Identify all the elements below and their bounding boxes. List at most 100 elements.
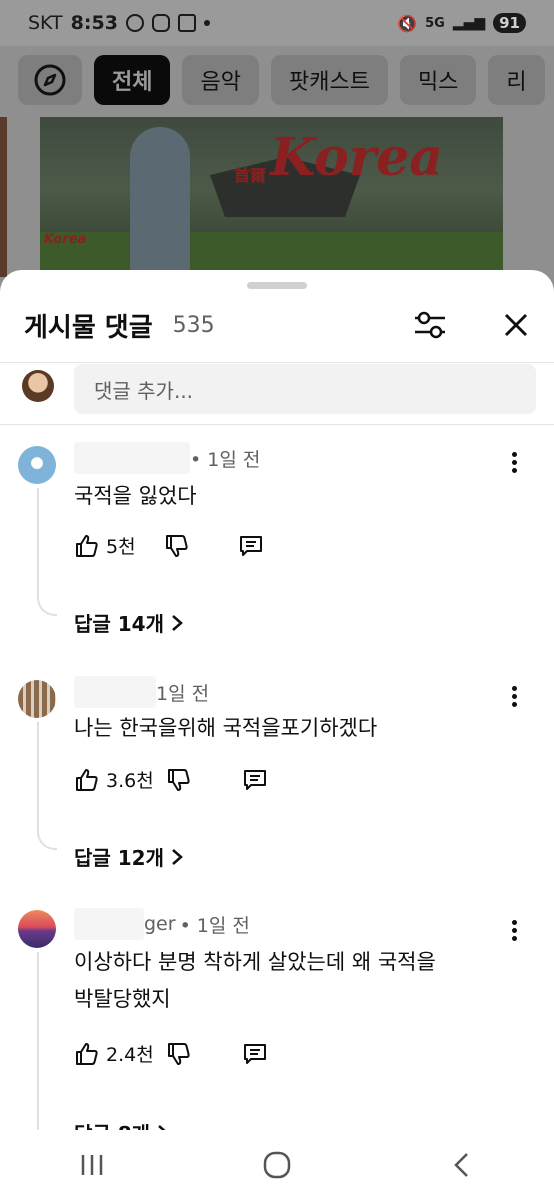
comment-icon xyxy=(243,1043,266,1064)
like-button[interactable]: 2.4천 xyxy=(74,1040,154,1067)
explore-chip[interactable] xyxy=(18,55,82,105)
dislike-button[interactable] xyxy=(166,767,192,793)
comments-sheet: 게시물 댓글 535 댓글 추가... • 1일 전 국적을 잃었다 5천 답글… xyxy=(0,270,554,1130)
comment-more-button[interactable] xyxy=(502,918,526,942)
view-replies-link[interactable]: 답글 14개 xyxy=(74,608,184,637)
sort-filter-button[interactable] xyxy=(412,307,448,343)
mute-icon: 🔇 xyxy=(397,13,418,33)
status-bar: SKT 8:53 🔇 5G ▂▄▆ 91 xyxy=(0,0,554,46)
chip-more[interactable]: 리 xyxy=(488,55,545,105)
network-label: 5G xyxy=(425,15,445,31)
comment-text: 국적을 잃었다 xyxy=(74,478,197,515)
dislike-button[interactable] xyxy=(164,533,190,559)
comment-text: 이상하다 분명 착하게 살았는데 왜 국적을 박탈당했지 xyxy=(74,944,436,1018)
comment-more-button[interactable] xyxy=(502,684,526,708)
pill-icon xyxy=(151,14,170,32)
comment-more-button[interactable] xyxy=(502,450,526,474)
dislike-button[interactable] xyxy=(166,1041,192,1067)
comment-time: • 1일 전 xyxy=(190,448,261,471)
chip-podcast[interactable]: 팟캐스트 xyxy=(270,55,388,105)
like-count: 5천 xyxy=(106,536,136,558)
like-count: 3.6천 xyxy=(106,770,154,792)
comment-actions: 2.4천 xyxy=(74,1040,268,1067)
comment-time: • 1일 전 xyxy=(179,914,250,937)
more-vertical-icon xyxy=(511,451,517,457)
time-label: 8:53 xyxy=(70,12,118,34)
thumbs-up-icon xyxy=(76,1042,98,1065)
signal-icon: ▂▄▆ xyxy=(452,15,486,31)
thumbs-down-icon xyxy=(167,768,190,791)
thread-curve xyxy=(37,830,57,850)
comment-count: 535 xyxy=(172,312,215,338)
comment-actions: 3.6천 xyxy=(74,766,268,793)
more-vertical-icon xyxy=(511,919,517,925)
carrier-label: SKT xyxy=(28,12,63,34)
like-button[interactable]: 3.6천 xyxy=(74,766,154,793)
comment-text: 나는 한국을위해 국적을포기하겠다 xyxy=(74,710,377,747)
comment-actions: 5천 xyxy=(74,532,264,559)
category-chips: 전체 음악 팟캐스트 믹스 리 xyxy=(18,55,545,105)
comment-author[interactable]: ger xyxy=(144,913,176,935)
like-count: 2.4천 xyxy=(106,1044,154,1066)
home-icon xyxy=(263,1151,291,1179)
comment-line: 이상하다 분명 착하게 살았는데 왜 국적을 xyxy=(74,950,436,974)
system-nav-bar xyxy=(0,1130,554,1200)
thumbnail-seoul-text: 首爾 xyxy=(234,166,267,185)
reply-button[interactable] xyxy=(238,533,264,559)
sheet-header: 게시물 댓글 535 xyxy=(24,305,534,345)
screenshot-icon xyxy=(177,14,196,32)
add-comment-row: 댓글 추가... xyxy=(0,364,554,424)
sliders-icon xyxy=(415,311,445,339)
replies-label: 답글 8개 xyxy=(74,1118,150,1130)
input-divider xyxy=(0,424,554,425)
comment-icon xyxy=(243,769,266,790)
back-icon xyxy=(453,1153,468,1177)
my-avatar xyxy=(22,370,54,402)
previous-thumbnail-edge xyxy=(0,117,7,277)
add-comment-input[interactable]: 댓글 추가... xyxy=(74,364,536,414)
like-button[interactable]: 5천 xyxy=(74,532,136,559)
recent-apps-button[interactable] xyxy=(62,1135,122,1195)
more-notifications-icon xyxy=(203,20,210,26)
notification-icon xyxy=(125,14,144,32)
thumbs-down-icon xyxy=(167,1042,190,1065)
thread-line xyxy=(37,952,39,1130)
comment-author[interactable] xyxy=(74,676,156,708)
battery-indicator: 91 xyxy=(493,13,526,33)
comment-line: 박탈당했지 xyxy=(74,987,171,1011)
comment-meta: • 1일 전 xyxy=(74,442,260,474)
view-replies-link[interactable]: 답글 12개 xyxy=(74,842,184,871)
comment-icon xyxy=(239,535,262,556)
thumbnail-figure xyxy=(130,127,190,277)
close-icon xyxy=(505,314,527,336)
drag-handle[interactable] xyxy=(247,282,307,289)
thread-curve xyxy=(37,596,57,616)
video-thumbnail[interactable]: Korea 首爾 Korea xyxy=(40,117,503,277)
more-vertical-icon xyxy=(511,685,517,691)
reply-button[interactable] xyxy=(242,1041,268,1067)
chip-music[interactable]: 음악 xyxy=(182,55,259,105)
chevron-right-icon xyxy=(172,614,183,631)
thumbs-up-icon xyxy=(76,534,98,557)
back-button[interactable] xyxy=(432,1135,492,1195)
replies-label: 답글 14개 xyxy=(74,612,164,636)
comment-avatar[interactable] xyxy=(18,446,56,484)
comment-line: 국적을 잃었다 xyxy=(74,484,197,508)
sheet-title: 게시물 댓글 xyxy=(24,312,153,343)
home-button[interactable] xyxy=(247,1135,307,1195)
comment-time: 1일 전 xyxy=(156,682,210,705)
comment-avatar[interactable] xyxy=(18,910,56,948)
thumbnail-korea-small-text: Korea xyxy=(44,232,87,247)
view-replies-link[interactable]: 답글 8개 xyxy=(74,1118,170,1130)
thumbs-down-icon xyxy=(165,534,188,557)
reply-button[interactable] xyxy=(242,767,268,793)
chip-all[interactable]: 전체 xyxy=(94,55,171,105)
chip-mix[interactable]: 믹스 xyxy=(399,55,477,105)
close-button[interactable] xyxy=(498,307,534,343)
chevron-right-icon xyxy=(172,848,183,865)
recent-apps-icon xyxy=(82,1155,103,1175)
header-divider xyxy=(0,362,554,363)
comment-author[interactable] xyxy=(74,442,190,474)
comment-avatar[interactable] xyxy=(18,680,56,718)
chevron-right-icon xyxy=(158,1124,167,1130)
